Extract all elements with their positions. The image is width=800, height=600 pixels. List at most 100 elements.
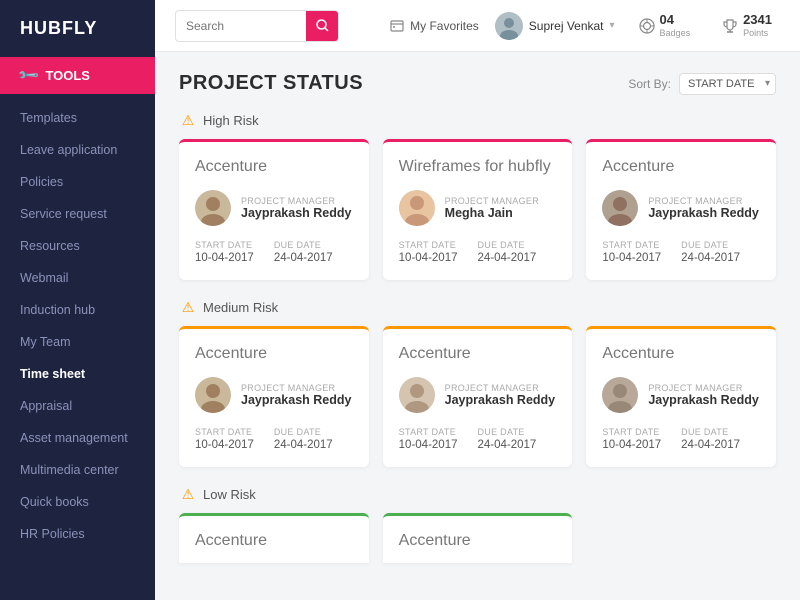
- due-date-value: 24-04-2017: [477, 252, 536, 264]
- sidebar-item-webmail[interactable]: Webmail: [0, 262, 155, 294]
- pm-name: Jayprakash Reddy: [648, 393, 758, 407]
- pm-section: Project Manager Jayprakash Reddy: [602, 190, 760, 226]
- sidebar-item-resources[interactable]: Resources: [0, 230, 155, 262]
- card-title: Accenture: [195, 532, 353, 550]
- pm-info: Project Manager Jayprakash Reddy: [445, 383, 555, 407]
- page-title: PROJECT STATUS: [179, 72, 363, 95]
- start-date-label: Start Date: [195, 240, 254, 250]
- project-card[interactable]: Accenture Project Manager: [383, 326, 573, 467]
- project-card[interactable]: Wireframes for hubfly Project Manag: [383, 139, 573, 280]
- search-box: [175, 10, 339, 42]
- sidebar-logo: HUBFLY: [0, 0, 155, 57]
- pm-info: Project Manager Megha Jain: [445, 196, 539, 220]
- start-date-value: 10-04-2017: [602, 252, 661, 264]
- sidebar-item-appraisal[interactable]: Appraisal: [0, 390, 155, 422]
- medium-risk-section: ⚠ Medium Risk Accenture: [179, 298, 776, 467]
- project-card-partial[interactable]: Accenture: [383, 513, 573, 563]
- sidebar-item-multimedia-center[interactable]: Multimedia center: [0, 454, 155, 486]
- pm-role: Project Manager: [445, 196, 539, 206]
- dates-row: Start Date 10-04-2017 Due Date 24-04-201…: [602, 240, 760, 264]
- project-card[interactable]: Accenture Project Manager: [586, 326, 776, 467]
- sidebar-item-templates[interactable]: Templates: [0, 102, 155, 134]
- due-date-field: Due Date 24-04-2017: [477, 427, 536, 451]
- high-risk-text: High Risk: [203, 113, 259, 128]
- sidebar: HUBFLY 🔧 TOOLS TemplatesLeave applicatio…: [0, 0, 155, 600]
- sort-select-wrap: START DATE END DATE NAME: [679, 73, 776, 95]
- pm-avatar: [399, 377, 435, 413]
- sidebar-item-hr-policies[interactable]: HR Policies: [0, 518, 155, 550]
- sidebar-active-tools[interactable]: 🔧 TOOLS: [0, 57, 155, 94]
- search-button[interactable]: [306, 10, 338, 42]
- page-content: PROJECT STATUS Sort By: START DATE END D…: [155, 52, 800, 600]
- card-title: Accenture: [399, 532, 557, 550]
- header: My Favorites Suprej Venkat ▾: [155, 0, 800, 52]
- start-date-label: Start Date: [602, 427, 661, 437]
- user-menu[interactable]: Suprej Venkat ▾: [495, 12, 615, 40]
- dates-row: Start Date 10-04-2017 Due Date 24-04-201…: [399, 427, 557, 451]
- card-title: Accenture: [195, 158, 353, 176]
- pm-avatar: [399, 190, 435, 226]
- medium-risk-cards: Accenture Project Manager: [179, 326, 776, 467]
- pm-section: Project Manager Megha Jain: [399, 190, 557, 226]
- sort-select[interactable]: START DATE END DATE NAME: [679, 73, 776, 95]
- sidebar-item-leave-application[interactable]: Leave application: [0, 134, 155, 166]
- due-date-field: Due Date 24-04-2017: [274, 240, 333, 264]
- project-card[interactable]: Accenture Project Manager: [179, 139, 369, 280]
- dates-row: Start Date 10-04-2017 Due Date 24-04-201…: [195, 427, 353, 451]
- pm-name: Megha Jain: [445, 206, 539, 220]
- start-date-value: 10-04-2017: [602, 439, 661, 451]
- pm-name: Jayprakash Reddy: [241, 393, 351, 407]
- sidebar-item-service-request[interactable]: Service request: [0, 198, 155, 230]
- page-header: PROJECT STATUS Sort By: START DATE END D…: [179, 72, 776, 95]
- sidebar-item-my-team[interactable]: My Team: [0, 326, 155, 358]
- pm-role: Project Manager: [241, 383, 351, 393]
- sort-bar: Sort By: START DATE END DATE NAME: [628, 73, 776, 95]
- pm-info: Project Manager Jayprakash Reddy: [241, 383, 351, 407]
- start-date-label: Start Date: [602, 240, 661, 250]
- sidebar-item-time-sheet[interactable]: Time sheet: [0, 358, 155, 390]
- project-card[interactable]: Accenture Project Manager: [586, 139, 776, 280]
- dates-row: Start Date 10-04-2017 Due Date 24-04-201…: [399, 240, 557, 264]
- trophy-icon: [722, 18, 738, 34]
- favorites-button[interactable]: My Favorites: [390, 19, 479, 33]
- project-card[interactable]: Accenture Project Manager: [179, 326, 369, 467]
- due-date-field: Due Date 24-04-2017: [274, 427, 333, 451]
- pm-info: Project Manager Jayprakash Reddy: [648, 383, 758, 407]
- pm-info: Project Manager Jayprakash Reddy: [648, 196, 758, 220]
- start-date-field: Start Date 10-04-2017: [399, 240, 458, 264]
- start-date-field: Start Date 10-04-2017: [399, 427, 458, 451]
- sort-label: Sort By:: [628, 77, 671, 91]
- pm-section: Project Manager Jayprakash Reddy: [195, 377, 353, 413]
- dates-row: Start Date 10-04-2017 Due Date 24-04-201…: [195, 240, 353, 264]
- search-input[interactable]: [176, 19, 306, 33]
- sidebar-item-policies[interactable]: Policies: [0, 166, 155, 198]
- user-name: Suprej Venkat: [529, 19, 604, 33]
- card-title: Accenture: [602, 345, 760, 363]
- pm-avatar: [195, 190, 231, 226]
- start-date-field: Start Date 10-04-2017: [195, 427, 254, 451]
- start-date-label: Start Date: [399, 240, 458, 250]
- sidebar-item-quick-books[interactable]: Quick books: [0, 486, 155, 518]
- medium-risk-icon: ⚠: [179, 298, 197, 316]
- due-date-label: Due Date: [477, 240, 536, 250]
- badges-stat: 04 Badges: [631, 12, 699, 39]
- sidebar-item-induction-hub[interactable]: Induction hub: [0, 294, 155, 326]
- favorites-icon: [390, 19, 404, 33]
- low-risk-cards: Accenture Accenture: [179, 513, 776, 563]
- sidebar-nav: TemplatesLeave applicationPoliciesServic…: [0, 94, 155, 600]
- avatar: [495, 12, 523, 40]
- project-card-partial[interactable]: Accenture: [179, 513, 369, 563]
- due-date-value: 24-04-2017: [274, 252, 333, 264]
- due-date-label: Due Date: [274, 240, 333, 250]
- card-title: Accenture: [399, 345, 557, 363]
- high-risk-section: ⚠ High Risk Accenture: [179, 111, 776, 280]
- start-date-value: 10-04-2017: [195, 252, 254, 264]
- card-title: Accenture: [602, 158, 760, 176]
- pm-role: Project Manager: [648, 383, 758, 393]
- sidebar-item-asset-management[interactable]: Asset management: [0, 422, 155, 454]
- dates-row: Start Date 10-04-2017 Due Date 24-04-201…: [602, 427, 760, 451]
- low-risk-icon: ⚠: [179, 485, 197, 503]
- pm-name: Jayprakash Reddy: [241, 206, 351, 220]
- badge-icon: [639, 18, 655, 34]
- due-date-value: 24-04-2017: [477, 439, 536, 451]
